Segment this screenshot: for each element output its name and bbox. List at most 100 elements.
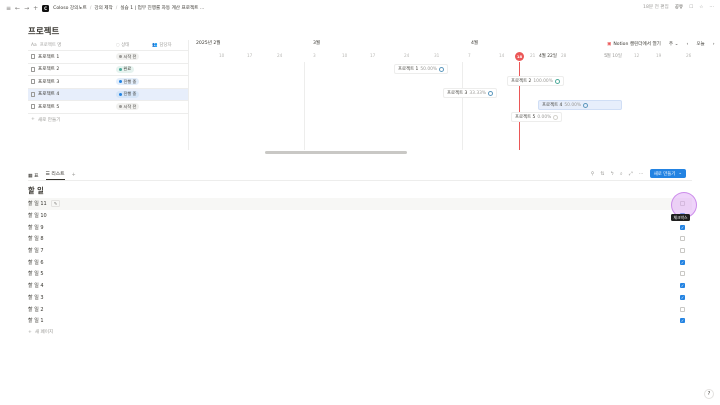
table-row[interactable]: 프로젝트 5 시작 전 bbox=[28, 101, 188, 114]
task-name[interactable]: 할 일 4 bbox=[28, 282, 44, 289]
list-item[interactable]: 할 일 11 ✎ bbox=[28, 198, 692, 210]
list-item[interactable]: 할 일 6 ✓ bbox=[28, 256, 692, 268]
more-icon[interactable]: ⋯ bbox=[709, 5, 714, 10]
task-checkbox[interactable]: ✓ bbox=[680, 224, 685, 230]
timeline-bar[interactable]: 프로젝트 2 100.00% bbox=[507, 76, 564, 86]
page-icon bbox=[31, 79, 35, 85]
table-row[interactable]: 프로젝트 2 완료 bbox=[28, 64, 188, 76]
timeline-bar[interactable]: 프로젝트 5 0.00% bbox=[511, 112, 563, 122]
task-name[interactable]: 할 일 2 bbox=[28, 306, 44, 313]
more-icon[interactable]: ⋯ bbox=[639, 171, 644, 177]
help-button[interactable]: ? bbox=[704, 389, 714, 399]
task-checkbox[interactable]: ✓ bbox=[680, 259, 685, 265]
list-item[interactable]: 할 일 5 bbox=[28, 268, 692, 280]
back-icon[interactable]: ← bbox=[15, 5, 20, 12]
new-row-button[interactable]: + 새로 만들기 bbox=[28, 114, 188, 126]
status-badge[interactable]: 시작 전 bbox=[116, 53, 140, 61]
status-badge[interactable]: 시작 전 bbox=[116, 103, 140, 111]
timeline-bar[interactable]: 프로젝트 4 50.00% bbox=[538, 100, 622, 110]
progress-ring-icon bbox=[488, 90, 494, 96]
day-label: 10 bbox=[342, 53, 348, 58]
project-name[interactable]: 프로젝트 4 bbox=[38, 91, 59, 97]
filter-icon[interactable]: ⚲ bbox=[591, 171, 595, 177]
add-icon[interactable]: + bbox=[33, 5, 38, 12]
task-name[interactable]: 할 일 11 bbox=[28, 200, 47, 207]
task-checkbox[interactable] bbox=[680, 236, 685, 242]
column-header-owner[interactable]: 담당자 bbox=[159, 42, 171, 48]
today-button[interactable]: 오늘 bbox=[696, 41, 704, 47]
comment-icon[interactable]: ☐ bbox=[689, 5, 693, 10]
sort-icon[interactable]: ⇅ bbox=[600, 171, 604, 177]
breadcrumb-separator: / bbox=[89, 5, 92, 11]
project-name[interactable]: 프로젝트 5 bbox=[38, 104, 59, 110]
task-name[interactable]: 할 일 1 bbox=[28, 317, 44, 324]
task-name[interactable]: 할 일 8 bbox=[28, 235, 44, 242]
task-checkbox[interactable]: ✓ bbox=[680, 283, 685, 289]
status-badge[interactable]: 완료 bbox=[116, 65, 135, 73]
task-name[interactable]: 할 일 5 bbox=[28, 270, 44, 277]
task-name[interactable]: 할 일 6 bbox=[28, 259, 44, 266]
timeline-bar[interactable]: 프로젝트 3 33.33% bbox=[443, 88, 498, 98]
next-icon[interactable]: › bbox=[713, 42, 715, 47]
edit-icon[interactable]: ✎ bbox=[50, 200, 61, 208]
table-row[interactable]: 프로젝트 4 진행 중 bbox=[28, 88, 188, 101]
add-view-icon[interactable]: + bbox=[72, 173, 76, 178]
task-name[interactable]: 할 일 7 bbox=[28, 247, 44, 254]
automation-icon[interactable]: ϟ bbox=[611, 171, 614, 177]
calendar-link[interactable]: ▣ Notion 캘린더에서 열기 bbox=[607, 41, 661, 48]
list-item[interactable]: 할 일 4 ✓ bbox=[28, 280, 692, 292]
task-checkbox[interactable] bbox=[680, 248, 685, 254]
column-header-status[interactable]: 상태 bbox=[121, 42, 129, 48]
page-icon bbox=[31, 91, 35, 97]
tab-table[interactable]: ▦ 표 bbox=[28, 172, 39, 179]
search-icon[interactable]: ⌕ bbox=[620, 171, 623, 177]
new-page-button[interactable]: + 새 페이지 bbox=[28, 327, 692, 338]
status-badge[interactable]: 진행 중 bbox=[116, 90, 140, 98]
status-label: 시작 전 bbox=[123, 103, 137, 109]
project-name[interactable]: 프로젝트 3 bbox=[38, 79, 59, 85]
list-item[interactable]: 할 일 7 bbox=[28, 245, 692, 257]
list-icon: ☰ bbox=[45, 172, 50, 177]
task-name[interactable]: 할 일 3 bbox=[28, 294, 44, 301]
new-button[interactable]: 새로 만들기 ⌄ bbox=[649, 169, 686, 178]
forward-icon[interactable]: → bbox=[24, 5, 29, 12]
progress-ring-icon bbox=[583, 102, 589, 108]
list-item[interactable]: 할 일 10✓ bbox=[28, 210, 692, 222]
list-item[interactable]: 할 일 8 bbox=[28, 233, 692, 245]
task-name[interactable]: 할 일 9 bbox=[28, 224, 44, 231]
breadcrumb-item[interactable]: 강의 제작 bbox=[94, 5, 112, 11]
task-checkbox[interactable]: ✓ bbox=[680, 318, 685, 324]
table-row[interactable]: 프로젝트 1 시작 전 bbox=[28, 51, 188, 64]
day-label: 31 bbox=[434, 53, 440, 58]
timeline-bar[interactable]: 프로젝트 1 50.00% bbox=[394, 64, 449, 74]
horizontal-scrollbar[interactable] bbox=[265, 151, 407, 154]
star-icon[interactable]: ☆ bbox=[699, 5, 703, 10]
timeline-view[interactable]: 2025년 2월 3월 4월 ▣ Notion 캘린더에서 열기 주 ⌄ ‹ 오늘… bbox=[188, 40, 720, 150]
breadcrumb-item[interactable]: 실습 1 | 업무 진행률 자동 계산 프로젝트 ... bbox=[120, 5, 204, 11]
column-header-name[interactable]: 프로젝트 명 bbox=[40, 42, 62, 48]
list-item[interactable]: 할 일 3 ✓ bbox=[28, 292, 692, 304]
table-row[interactable]: 프로젝트 3 진행 중 bbox=[28, 76, 188, 89]
task-name[interactable]: 할 일 10 bbox=[28, 212, 47, 219]
list-item[interactable]: 할 일 2 bbox=[28, 303, 692, 315]
prev-icon[interactable]: ‹ bbox=[686, 42, 688, 47]
project-name[interactable]: 프로젝트 2 bbox=[38, 66, 59, 72]
project-name[interactable]: 프로젝트 1 bbox=[38, 54, 59, 60]
share-button[interactable]: 공유 bbox=[675, 4, 683, 10]
task-checkbox[interactable] bbox=[680, 271, 685, 277]
breadcrumb-item[interactable]: Coloso 강의노트 bbox=[53, 5, 87, 11]
task-checkbox[interactable]: ✓ bbox=[680, 294, 685, 300]
list-item[interactable]: 할 일 1 ✓ bbox=[28, 315, 692, 327]
list-item[interactable]: 할 일 9 ✓ bbox=[28, 221, 692, 233]
tab-list[interactable]: ☰ 리스트 bbox=[45, 170, 65, 180]
expand-icon[interactable]: ⤢ bbox=[629, 171, 633, 177]
status-badge[interactable]: 진행 중 bbox=[116, 78, 140, 86]
status-label: 시작 전 bbox=[123, 53, 137, 59]
view-toolbar: ⚲ ⇅ ϟ ⌕ ⤢ ⋯ 새로 만들기 ⌄ bbox=[591, 169, 686, 178]
menu-icon[interactable]: ≡ bbox=[6, 5, 11, 12]
view-dropdown[interactable]: 주 ⌄ bbox=[669, 41, 679, 47]
task-checkbox[interactable] bbox=[680, 306, 685, 312]
edited-time: 18분 전 편집 bbox=[643, 5, 669, 10]
day-label: 28 bbox=[561, 53, 567, 58]
status-dot bbox=[119, 55, 122, 59]
